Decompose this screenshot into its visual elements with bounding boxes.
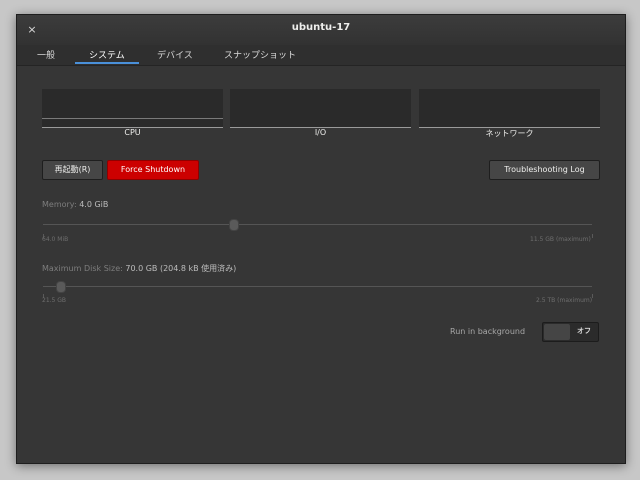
memory-label-text: Memory: <box>42 200 77 209</box>
app-window: × ubuntu-17 一般 システム デバイス スナップショット CPU I/… <box>16 14 626 464</box>
io-graph-label: I/O <box>314 128 327 137</box>
window-title: ubuntu-17 <box>291 22 351 33</box>
disk-slider-track[interactable] <box>43 286 592 287</box>
disk-size-label-text: Maximum Disk Size: <box>42 264 123 273</box>
cpu-graph-line <box>42 118 223 119</box>
network-graph-label: ネットワーク <box>485 129 534 138</box>
memory-slider-track[interactable] <box>43 224 592 225</box>
memory-value: 4.0 GiB <box>79 200 109 209</box>
force-shutdown-button[interactable]: Force Shutdown <box>107 160 199 180</box>
switch-knob <box>544 324 570 340</box>
io-graph <box>230 89 411 128</box>
memory-max-label: 11.5 GB (maximum) <box>530 236 591 243</box>
disk-slider-handle[interactable] <box>56 281 66 293</box>
title-bar: × ubuntu-17 <box>17 15 625 46</box>
active-tab-indicator <box>75 62 139 64</box>
run-in-background-switch[interactable]: オフ <box>542 322 599 342</box>
tab-devices[interactable]: デバイス <box>157 48 193 64</box>
cpu-graph-label: CPU <box>124 128 141 137</box>
memory-slider-handle[interactable] <box>229 219 239 231</box>
disk-max-tick <box>592 294 593 298</box>
disk-size-value: 70.0 GB (204.8 kB 使用済み) <box>125 264 237 273</box>
memory-min-label: 64.0 MiB <box>42 236 69 243</box>
memory-label: Memory: 4.0 GiB <box>42 200 108 209</box>
tab-general[interactable]: 一般 <box>37 48 55 64</box>
disk-min-label: 21.5 GB <box>42 297 67 304</box>
cpu-graph <box>42 89 223 128</box>
tab-snapshots[interactable]: スナップショット <box>224 48 296 64</box>
switch-state-text: オフ <box>577 327 591 335</box>
run-in-background-label: Run in background <box>450 327 526 336</box>
network-graph <box>419 89 600 128</box>
troubleshooting-log-button[interactable]: Troubleshooting Log <box>489 160 600 180</box>
disk-max-label: 2.5 TB (maximum) <box>536 297 593 304</box>
memory-max-tick <box>592 234 593 238</box>
disk-size-label: Maximum Disk Size: 70.0 GB (204.8 kB 使用済… <box>42 263 236 274</box>
restart-button[interactable]: 再起動(R) <box>42 160 103 180</box>
